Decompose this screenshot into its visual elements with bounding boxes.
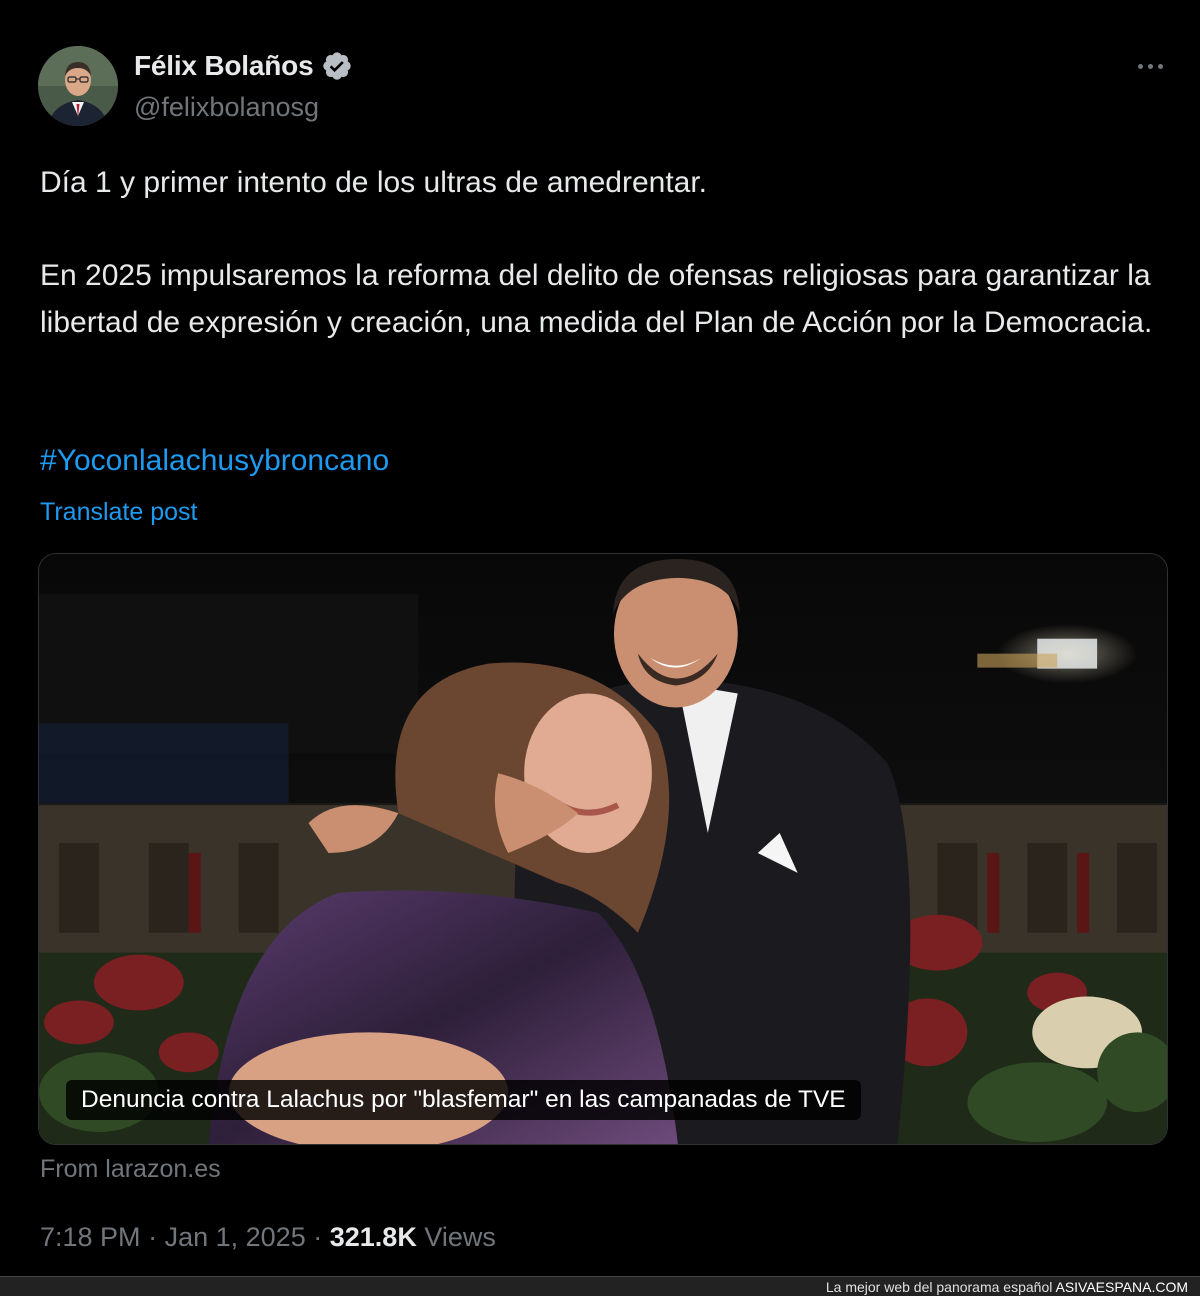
post-text: Día 1 y primer intento de los ultras de …	[40, 160, 1170, 346]
link-preview-card[interactable]: Denuncia contra Lalachus por "blasfemar"…	[38, 553, 1168, 1145]
footer-text: La mejor web del panorama español ASIVAE…	[826, 1279, 1188, 1295]
translate-post-link[interactable]: Translate post	[40, 498, 197, 527]
meta-separator: ·	[313, 1222, 323, 1252]
post-paragraph: Día 1 y primer intento de los ultras de …	[40, 166, 708, 199]
footer-tagline: La mejor web del panorama español	[825, 1279, 1053, 1295]
post-time[interactable]: 7:18 PM	[40, 1222, 141, 1252]
author-name-row: Félix Bolaños	[134, 50, 353, 82]
tweet-card: Félix Bolaños @felixbolanosg Día 1 y pri…	[0, 0, 1200, 1276]
link-source[interactable]: From larazon.es	[40, 1155, 221, 1184]
avatar-image	[38, 46, 118, 126]
views-count: 321.8K	[329, 1222, 417, 1252]
author-handle[interactable]: @felixbolanosg	[134, 92, 319, 123]
preview-caption: Denuncia contra Lalachus por "blasfemar"…	[66, 1080, 861, 1120]
meta-separator: ·	[148, 1222, 158, 1252]
author-avatar[interactable]	[38, 46, 118, 126]
post-meta: 7:18 PM · Jan 1, 2025 · 321.8K Views	[40, 1222, 496, 1253]
author-display-name[interactable]: Félix Bolaños	[134, 50, 314, 82]
post-paragraph: En 2025 impulsaremos la reforma del deli…	[40, 259, 1153, 339]
footer-brand[interactable]: ASIVAESPANA.COM	[1055, 1279, 1188, 1295]
site-footer: La mejor web del panorama español ASIVAE…	[0, 1276, 1200, 1296]
verified-badge-icon	[323, 52, 352, 80]
hashtag-link[interactable]: #Yoconlalachusybroncano	[40, 444, 389, 478]
more-options-icon[interactable]	[1128, 50, 1172, 82]
preview-image	[39, 554, 1167, 1144]
post-date[interactable]: Jan 1, 2025	[165, 1222, 306, 1252]
views-label: Views	[424, 1222, 496, 1252]
